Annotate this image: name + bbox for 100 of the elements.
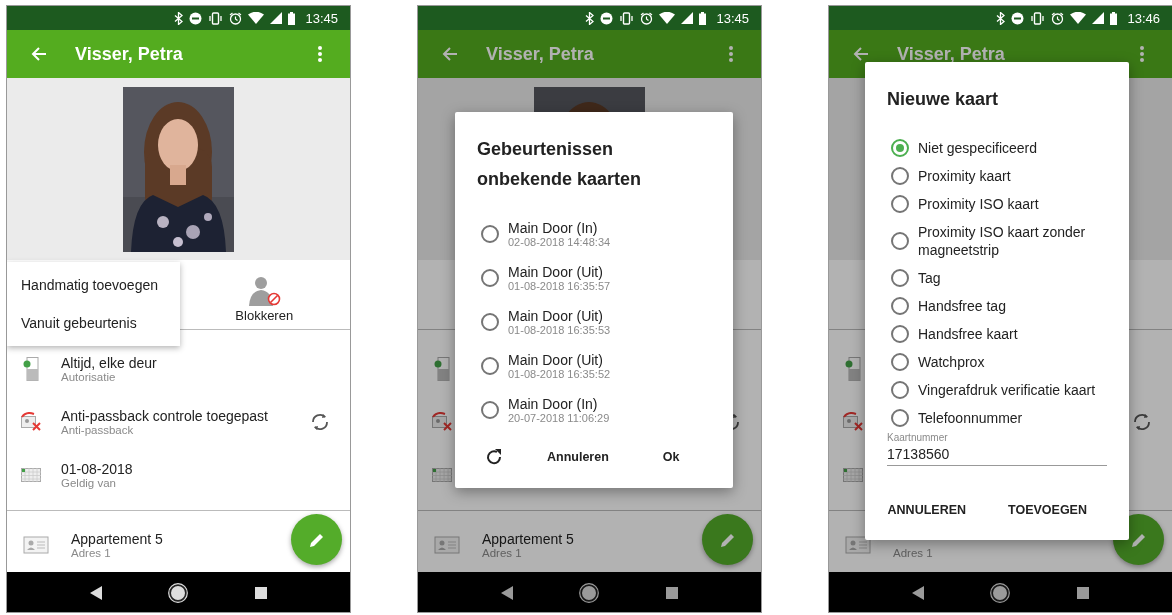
recents-icon[interactable] bbox=[1076, 586, 1089, 599]
door-icon bbox=[843, 356, 863, 381]
do-not-disturb-icon bbox=[1011, 11, 1025, 25]
card-blocked-icon bbox=[843, 412, 863, 431]
row-title: Altijd, elke deur bbox=[61, 354, 157, 371]
event-label: Main Door (In) bbox=[508, 220, 599, 236]
event-label: Main Door (Uit) bbox=[508, 264, 604, 280]
battery-icon bbox=[1110, 11, 1118, 25]
status-time: 13:45 bbox=[305, 10, 338, 26]
contact-name-title: Visser, Petra bbox=[897, 43, 1006, 65]
option-label: Telefoonnummer bbox=[918, 409, 1023, 427]
vibrate-icon bbox=[208, 11, 224, 25]
row-title: Anti-passback controle toegepast bbox=[61, 407, 268, 424]
back-icon[interactable] bbox=[912, 585, 925, 600]
door-icon bbox=[432, 356, 452, 381]
status-time: 13:45 bbox=[716, 10, 749, 26]
option-label: Vingerafdruk verificatie kaart bbox=[918, 381, 1096, 399]
vibrate-icon bbox=[619, 11, 635, 25]
block-button[interactable]: Blokkeren bbox=[178, 260, 350, 329]
event-time: 01-08-2018 16:35:53 bbox=[508, 324, 611, 336]
radio-button[interactable] bbox=[891, 167, 909, 185]
card-number-field[interactable]: Kaartnummer 17138560 bbox=[887, 432, 1107, 466]
dialog-title: Nieuwe kaart bbox=[887, 89, 1000, 110]
signal-icon bbox=[1092, 12, 1105, 24]
radio-button[interactable] bbox=[891, 139, 909, 157]
signal-icon bbox=[681, 12, 694, 24]
overflow-menu-icon[interactable] bbox=[1140, 46, 1144, 62]
card-blocked-icon bbox=[432, 412, 452, 431]
event-time: 01-08-2018 16:35:57 bbox=[508, 280, 611, 292]
recents-icon[interactable] bbox=[665, 586, 678, 599]
sync-icon[interactable] bbox=[310, 413, 330, 431]
option-label: Tag bbox=[918, 269, 941, 287]
event-label: Main Door (In) bbox=[508, 396, 599, 412]
radio-button[interactable] bbox=[891, 325, 909, 343]
back-arrow-icon[interactable] bbox=[442, 46, 458, 62]
calendar-icon bbox=[432, 467, 452, 482]
wifi-icon bbox=[659, 12, 676, 24]
dialog-button[interactable]: Annuleren bbox=[539, 444, 617, 470]
overflow-menu-icon[interactable] bbox=[318, 46, 322, 62]
address-subtitle: Adres 1 bbox=[71, 546, 111, 559]
radio-button[interactable] bbox=[891, 232, 909, 250]
calendar-icon bbox=[843, 467, 863, 482]
radio-button[interactable] bbox=[481, 357, 499, 375]
contact-name-title: Visser, Petra bbox=[75, 43, 184, 65]
radio-button[interactable] bbox=[481, 313, 499, 331]
radio-button[interactable] bbox=[891, 297, 909, 315]
back-icon[interactable] bbox=[90, 585, 103, 600]
radio-button[interactable] bbox=[481, 401, 499, 419]
menu-item[interactable]: Handmatig toevoegen bbox=[7, 277, 180, 293]
option-label: Proximity ISO kaart zonder magneetstrip bbox=[918, 223, 1087, 259]
option-label: Niet gespecificeerd bbox=[918, 139, 1038, 157]
dialog-title: Gebeurtenissen onbekende kaarten bbox=[477, 138, 643, 191]
event-time: 20-07-2018 11:06:29 bbox=[508, 412, 610, 424]
back-arrow-icon[interactable] bbox=[853, 46, 869, 62]
option-label: Watchprox bbox=[918, 353, 985, 371]
refresh-icon[interactable] bbox=[485, 448, 503, 466]
radio-button[interactable] bbox=[891, 269, 909, 287]
dialog-button[interactable]: Ok bbox=[654, 444, 688, 470]
dialog-button[interactable]: ANNULEREN bbox=[879, 497, 975, 523]
bluetooth-icon bbox=[585, 11, 595, 25]
row-title: 01-08-2018 bbox=[61, 460, 133, 477]
option-label: Handsfree tag bbox=[918, 297, 1006, 315]
home-icon[interactable] bbox=[990, 582, 1011, 603]
row-subtitle: Anti-passback bbox=[61, 423, 134, 436]
back-icon[interactable] bbox=[501, 585, 514, 600]
status-time: 13:46 bbox=[1127, 10, 1160, 26]
dialog-button[interactable]: TOEVOEGEN bbox=[1000, 497, 1095, 523]
address-subtitle: Adres 1 bbox=[893, 546, 933, 559]
home-icon[interactable] bbox=[168, 582, 189, 603]
radio-button[interactable] bbox=[891, 381, 909, 399]
address-title: Appartement 5 bbox=[71, 530, 163, 547]
alarm-icon bbox=[1051, 11, 1065, 25]
radio-button[interactable] bbox=[891, 195, 909, 213]
overflow-menu-icon[interactable] bbox=[729, 46, 733, 62]
radio-button[interactable] bbox=[891, 409, 909, 427]
door-icon bbox=[21, 356, 41, 381]
blocked-person-icon bbox=[247, 276, 282, 306]
sync-icon[interactable] bbox=[1132, 413, 1152, 431]
row-subtitle: Autorisatie bbox=[61, 370, 117, 383]
option-label: Proximity kaart bbox=[918, 167, 1011, 185]
contact-name-title: Visser, Petra bbox=[486, 43, 595, 65]
calendar-icon bbox=[21, 467, 41, 482]
recents-icon[interactable] bbox=[254, 586, 267, 599]
event-label: Main Door (Uit) bbox=[508, 308, 604, 324]
event-label: Main Door (Uit) bbox=[508, 352, 604, 368]
event-time: 02-08-2018 14:48:34 bbox=[508, 236, 611, 248]
vibrate-icon bbox=[1030, 11, 1046, 25]
card-blocked-icon bbox=[21, 412, 41, 431]
radio-button[interactable] bbox=[481, 225, 499, 243]
radio-button[interactable] bbox=[481, 269, 499, 287]
wifi-icon bbox=[248, 12, 265, 24]
menu-item[interactable]: Vanuit gebeurtenis bbox=[7, 315, 180, 331]
home-icon[interactable] bbox=[579, 582, 600, 603]
option-label: Proximity ISO kaart bbox=[918, 195, 1039, 213]
alarm-icon bbox=[640, 11, 654, 25]
signal-icon bbox=[270, 12, 283, 24]
radio-button[interactable] bbox=[891, 353, 909, 371]
do-not-disturb-icon bbox=[189, 11, 203, 25]
back-arrow-icon[interactable] bbox=[31, 46, 47, 62]
battery-icon bbox=[699, 11, 707, 25]
